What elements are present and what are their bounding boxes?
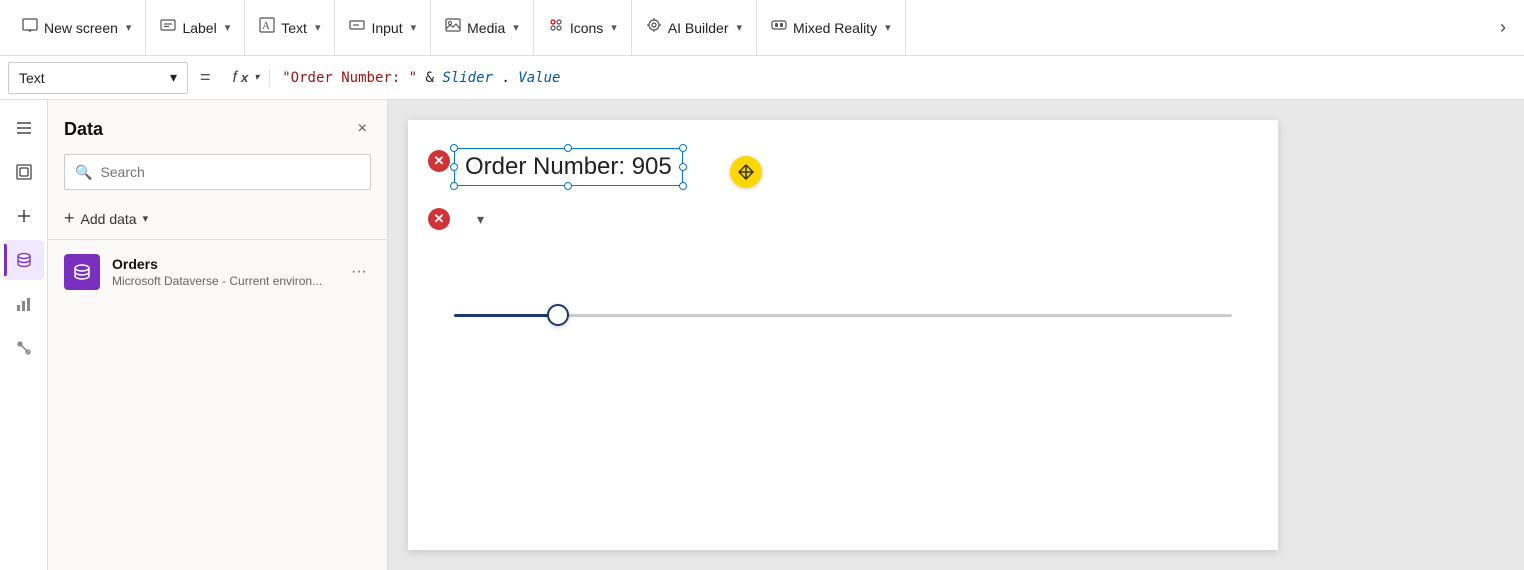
input-button[interactable]: Input ▾ xyxy=(335,0,431,55)
formula-bar: Text ▾ = f x ▾ "Order Number: " & Slider… xyxy=(0,56,1524,100)
formula-ampersand: & xyxy=(426,70,443,86)
data-panel-title: Data xyxy=(64,119,103,140)
canvas-text-element[interactable]: Order Number: 905 xyxy=(454,148,683,186)
new-screen-chevron: ▾ xyxy=(126,21,132,34)
formula-dot: . xyxy=(501,70,509,86)
slider-track xyxy=(454,314,1232,317)
resize-handle-tm[interactable] xyxy=(564,144,572,152)
data-panel-header: Data × xyxy=(48,100,387,150)
data-panel-close-button[interactable]: × xyxy=(354,116,371,142)
resize-handle-bl[interactable] xyxy=(450,182,458,190)
resize-handle-ml[interactable] xyxy=(450,163,458,171)
data-item-orders[interactable]: Orders Microsoft Dataverse - Current env… xyxy=(48,244,387,300)
add-data-button[interactable]: + Add data ▾ xyxy=(48,202,387,235)
sidebar-menu-icon[interactable] xyxy=(4,108,44,148)
new-screen-label: New screen xyxy=(44,20,118,36)
media-label: Media xyxy=(467,20,505,36)
property-chevron: ▾ xyxy=(170,69,177,86)
mixed-reality-icon xyxy=(771,17,787,38)
more-icon: › xyxy=(1500,17,1506,38)
icons-button[interactable]: Icons ▾ xyxy=(534,0,632,55)
fx-label: f xyxy=(233,69,237,87)
sidebar-icons xyxy=(0,100,48,570)
slider-thumb[interactable] xyxy=(547,304,569,326)
formula-equals: = xyxy=(188,67,223,88)
sidebar-data-icon[interactable] xyxy=(4,240,44,280)
media-chevron: ▾ xyxy=(513,21,519,34)
resize-handle-tr[interactable] xyxy=(679,144,687,152)
add-data-label: Add data xyxy=(81,211,137,227)
ai-builder-chevron: ▾ xyxy=(737,21,743,34)
text-label: Text xyxy=(281,20,307,36)
formula-ref-value: Value xyxy=(518,70,560,86)
icons-toolbar-icon xyxy=(548,17,564,38)
text-chevron: ▾ xyxy=(315,21,321,34)
data-divider xyxy=(48,239,387,240)
formula-ref-slider: Slider xyxy=(442,70,493,86)
orders-icon xyxy=(64,254,100,290)
error-badge-2[interactable]: ✕ xyxy=(428,208,450,230)
sidebar-chart-icon[interactable] xyxy=(4,284,44,324)
label-button[interactable]: Label ▾ xyxy=(146,0,245,55)
input-label: Input xyxy=(371,20,402,36)
svg-text:A: A xyxy=(262,20,270,32)
toolbar-more-button[interactable]: › xyxy=(1490,0,1516,55)
canvas-frame: ✕ Order Number: 905 ✕ ▾ xyxy=(408,120,1278,550)
icons-label: Icons xyxy=(570,20,603,36)
resize-handle-tl[interactable] xyxy=(450,144,458,152)
label-icon xyxy=(160,17,176,38)
ai-builder-icon xyxy=(646,17,662,38)
orders-info: Orders Microsoft Dataverse - Current env… xyxy=(112,256,335,288)
orders-more-button[interactable]: ··· xyxy=(347,259,371,285)
canvas-slider[interactable] xyxy=(454,305,1232,325)
main-toolbar: New screen ▾ Label ▾ A Text ▾ Input ▾ Me… xyxy=(0,0,1524,56)
add-data-plus-icon: + xyxy=(64,208,75,229)
label-label: Label xyxy=(182,20,216,36)
mixed-reality-label: Mixed Reality xyxy=(793,20,877,36)
mixed-reality-button[interactable]: Mixed Reality ▾ xyxy=(757,0,906,55)
text-button[interactable]: A Text ▾ xyxy=(245,0,335,55)
sidebar-add-icon[interactable] xyxy=(4,196,44,236)
input-icon xyxy=(349,17,365,38)
data-search-box[interactable]: 🔍 xyxy=(64,154,371,190)
text-icon: A xyxy=(259,17,275,38)
property-label: Text xyxy=(19,70,45,86)
search-icon: 🔍 xyxy=(75,164,92,181)
property-dropdown[interactable]: Text ▾ xyxy=(8,62,188,94)
resize-handle-br[interactable] xyxy=(679,182,687,190)
orders-name: Orders xyxy=(112,256,335,272)
screen-icon xyxy=(22,17,38,38)
move-handle-icon[interactable] xyxy=(730,156,762,188)
canvas-text-value: Order Number: 905 xyxy=(465,153,672,180)
canvas-area: ✕ Order Number: 905 ✕ ▾ xyxy=(388,100,1524,570)
media-button[interactable]: Media ▾ xyxy=(431,0,534,55)
main-area: Data × 🔍 + Add data ▾ Orders Microsoft D… xyxy=(0,100,1524,570)
dropdown-chevron-icon[interactable]: ▾ xyxy=(477,211,484,228)
mixed-reality-chevron: ▾ xyxy=(885,21,891,34)
fx-x: x xyxy=(241,70,248,85)
ai-builder-button[interactable]: AI Builder ▾ xyxy=(632,0,757,55)
sidebar-layers-icon[interactable] xyxy=(4,152,44,192)
media-icon xyxy=(445,17,461,38)
error-badge-1[interactable]: ✕ xyxy=(428,150,450,172)
sidebar-wrench-icon[interactable] xyxy=(4,328,44,368)
dropdown-chevron-area: ▾ xyxy=(451,211,484,228)
label-chevron: ▾ xyxy=(225,21,231,34)
orders-subtitle: Microsoft Dataverse - Current environ... xyxy=(112,274,335,288)
formula-fx-button[interactable]: f x ▾ xyxy=(223,69,271,87)
fx-chevron: ▾ xyxy=(254,72,259,83)
input-chevron: ▾ xyxy=(411,21,417,34)
resize-handle-bm[interactable] xyxy=(564,182,572,190)
new-screen-button[interactable]: New screen ▾ xyxy=(8,0,146,55)
search-input[interactable] xyxy=(100,164,360,180)
formula-input[interactable]: "Order Number: " & Slider . Value xyxy=(270,70,1516,86)
resize-handle-mr[interactable] xyxy=(679,163,687,171)
ai-builder-label: AI Builder xyxy=(668,20,729,36)
formula-string: "Order Number: " xyxy=(282,70,417,86)
icons-chevron: ▾ xyxy=(611,21,617,34)
data-panel: Data × 🔍 + Add data ▾ Orders Microsoft D… xyxy=(48,100,388,570)
add-data-chevron: ▾ xyxy=(143,212,149,225)
